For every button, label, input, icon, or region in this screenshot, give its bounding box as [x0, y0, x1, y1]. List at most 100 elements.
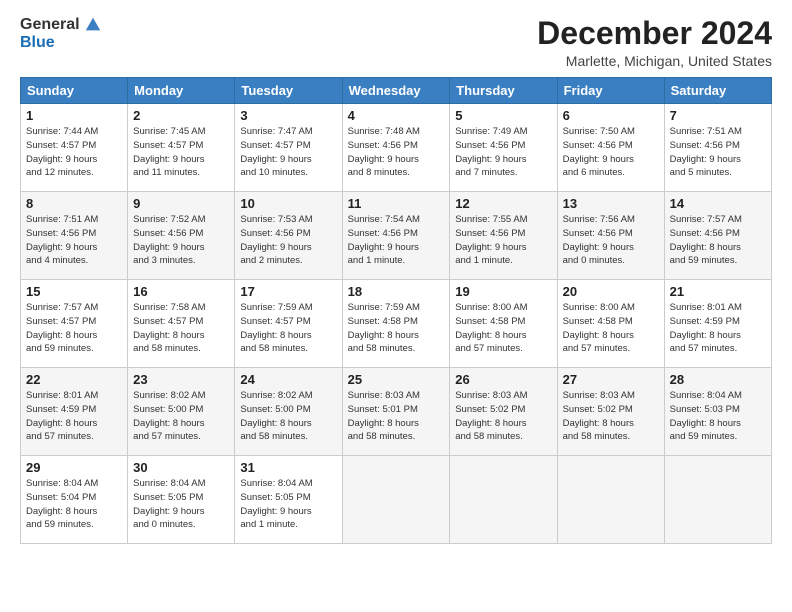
- day-info: Sunrise: 8:04 AM Sunset: 5:03 PM Dayligh…: [670, 389, 766, 444]
- day-info: Sunrise: 7:54 AM Sunset: 4:56 PM Dayligh…: [348, 213, 445, 268]
- calendar-week-row: 15Sunrise: 7:57 AM Sunset: 4:57 PM Dayli…: [21, 280, 772, 368]
- calendar-cell: 16Sunrise: 7:58 AM Sunset: 4:57 PM Dayli…: [128, 280, 235, 368]
- page: General Blue December 2024 Marlette, Mic…: [0, 0, 792, 612]
- day-number: 6: [563, 108, 659, 123]
- calendar-cell: 9 Sunrise: 7:52 AM Sunset: 4:56 PM Daylig…: [128, 192, 235, 280]
- calendar-header-wednesday: Wednesday: [342, 78, 450, 104]
- calendar-header-tuesday: Tuesday: [235, 78, 342, 104]
- day-info: Sunrise: 7:57 AM Sunset: 4:56 PM Dayligh…: [670, 213, 766, 268]
- calendar-week-row: 8 Sunrise: 7:51 AM Sunset: 4:56 PM Daylig…: [21, 192, 772, 280]
- day-info: Sunrise: 8:01 AM Sunset: 4:59 PM Dayligh…: [26, 389, 122, 444]
- day-info: Sunrise: 8:02 AM Sunset: 5:00 PM Dayligh…: [240, 389, 336, 444]
- day-info: Sunrise: 8:00 AM Sunset: 4:58 PM Dayligh…: [455, 301, 551, 356]
- calendar-cell: 28 Sunrise: 8:04 AM Sunset: 5:03 PM Dayli…: [664, 368, 771, 456]
- calendar-header-sunday: Sunday: [21, 78, 128, 104]
- day-number: 5: [455, 108, 551, 123]
- day-number: 28: [670, 372, 766, 387]
- day-info: Sunrise: 7:59 AM Sunset: 4:57 PM Dayligh…: [240, 301, 336, 356]
- day-number: 23: [133, 372, 229, 387]
- calendar-cell: 15Sunrise: 7:57 AM Sunset: 4:57 PM Dayli…: [21, 280, 128, 368]
- day-number: 4: [348, 108, 445, 123]
- calendar-cell: 31 Sunrise: 8:04 AM Sunset: 5:05 PM Dayli…: [235, 456, 342, 544]
- calendar-cell: 21 Sunrise: 8:01 AM Sunset: 4:59 PM Dayli…: [664, 280, 771, 368]
- day-number: 11: [348, 196, 445, 211]
- header: General Blue December 2024 Marlette, Mic…: [20, 16, 772, 69]
- calendar-cell: 24 Sunrise: 8:02 AM Sunset: 5:00 PM Dayli…: [235, 368, 342, 456]
- calendar-cell: 14 Sunrise: 7:57 AM Sunset: 4:56 PM Dayli…: [664, 192, 771, 280]
- day-number: 19: [455, 284, 551, 299]
- calendar-header-row: SundayMondayTuesdayWednesdayThursdayFrid…: [21, 78, 772, 104]
- calendar-cell: 8 Sunrise: 7:51 AM Sunset: 4:56 PM Daylig…: [21, 192, 128, 280]
- day-number: 13: [563, 196, 659, 211]
- day-info: Sunrise: 8:04 AM Sunset: 5:04 PM Dayligh…: [26, 477, 122, 532]
- calendar-cell: [557, 456, 664, 544]
- day-info: Sunrise: 7:47 AM Sunset: 4:57 PM Dayligh…: [240, 125, 336, 180]
- logo-icon: [84, 16, 102, 34]
- day-number: 9: [133, 196, 229, 211]
- calendar-table: SundayMondayTuesdayWednesdayThursdayFrid…: [20, 77, 772, 544]
- day-number: 26: [455, 372, 551, 387]
- day-number: 27: [563, 372, 659, 387]
- day-number: 22: [26, 372, 122, 387]
- day-number: 2: [133, 108, 229, 123]
- day-info: Sunrise: 7:57 AM Sunset: 4:57 PM Dayligh…: [26, 301, 122, 356]
- day-number: 7: [670, 108, 766, 123]
- calendar-cell: [450, 456, 557, 544]
- day-info: Sunrise: 7:51 AM Sunset: 4:56 PM Dayligh…: [26, 213, 122, 268]
- day-info: Sunrise: 7:50 AM Sunset: 4:56 PM Dayligh…: [563, 125, 659, 180]
- calendar-header-thursday: Thursday: [450, 78, 557, 104]
- calendar-cell: 29 Sunrise: 8:04 AM Sunset: 5:04 PM Dayli…: [21, 456, 128, 544]
- day-info: Sunrise: 7:53 AM Sunset: 4:56 PM Dayligh…: [240, 213, 336, 268]
- calendar-cell: [342, 456, 450, 544]
- day-number: 18: [348, 284, 445, 299]
- calendar-cell: 19 Sunrise: 8:00 AM Sunset: 4:58 PM Dayli…: [450, 280, 557, 368]
- day-info: Sunrise: 8:04 AM Sunset: 5:05 PM Dayligh…: [240, 477, 336, 532]
- calendar-cell: 30 Sunrise: 8:04 AM Sunset: 5:05 PM Dayli…: [128, 456, 235, 544]
- day-info: Sunrise: 7:56 AM Sunset: 4:56 PM Dayligh…: [563, 213, 659, 268]
- title-block: December 2024 Marlette, Michigan, United…: [537, 16, 772, 69]
- day-number: 14: [670, 196, 766, 211]
- day-number: 20: [563, 284, 659, 299]
- calendar-cell: 7 Sunrise: 7:51 AM Sunset: 4:56 PM Daylig…: [664, 104, 771, 192]
- calendar-cell: 22 Sunrise: 8:01 AM Sunset: 4:59 PM Dayli…: [21, 368, 128, 456]
- day-info: Sunrise: 7:49 AM Sunset: 4:56 PM Dayligh…: [455, 125, 551, 180]
- calendar-cell: 11 Sunrise: 7:54 AM Sunset: 4:56 PM Dayli…: [342, 192, 450, 280]
- calendar-header-friday: Friday: [557, 78, 664, 104]
- calendar-cell: 18 Sunrise: 7:59 AM Sunset: 4:58 PM Dayli…: [342, 280, 450, 368]
- logo: General Blue: [20, 16, 102, 52]
- day-info: Sunrise: 7:52 AM Sunset: 4:56 PM Dayligh…: [133, 213, 229, 268]
- calendar-cell: 13 Sunrise: 7:56 AM Sunset: 4:56 PM Dayli…: [557, 192, 664, 280]
- day-info: Sunrise: 7:44 AM Sunset: 4:57 PM Dayligh…: [26, 125, 122, 180]
- day-info: Sunrise: 8:02 AM Sunset: 5:00 PM Dayligh…: [133, 389, 229, 444]
- calendar-cell: 17Sunrise: 7:59 AM Sunset: 4:57 PM Dayli…: [235, 280, 342, 368]
- day-info: Sunrise: 8:04 AM Sunset: 5:05 PM Dayligh…: [133, 477, 229, 532]
- calendar-header-saturday: Saturday: [664, 78, 771, 104]
- calendar-cell: 10 Sunrise: 7:53 AM Sunset: 4:56 PM Dayli…: [235, 192, 342, 280]
- calendar-cell: 23 Sunrise: 8:02 AM Sunset: 5:00 PM Dayli…: [128, 368, 235, 456]
- calendar-week-row: 1Sunrise: 7:44 AM Sunset: 4:57 PM Daylig…: [21, 104, 772, 192]
- calendar-week-row: 29 Sunrise: 8:04 AM Sunset: 5:04 PM Dayli…: [21, 456, 772, 544]
- day-number: 10: [240, 196, 336, 211]
- calendar-cell: 12 Sunrise: 7:55 AM Sunset: 4:56 PM Dayli…: [450, 192, 557, 280]
- day-number: 29: [26, 460, 122, 475]
- day-number: 30: [133, 460, 229, 475]
- day-number: 8: [26, 196, 122, 211]
- day-number: 21: [670, 284, 766, 299]
- calendar-header-monday: Monday: [128, 78, 235, 104]
- day-info: Sunrise: 8:01 AM Sunset: 4:59 PM Dayligh…: [670, 301, 766, 356]
- day-number: 12: [455, 196, 551, 211]
- day-number: 31: [240, 460, 336, 475]
- calendar-cell: 27 Sunrise: 8:03 AM Sunset: 5:02 PM Dayli…: [557, 368, 664, 456]
- calendar-cell: 20Sunrise: 8:00 AM Sunset: 4:58 PM Dayli…: [557, 280, 664, 368]
- calendar-cell: 6 Sunrise: 7:50 AM Sunset: 4:56 PM Daylig…: [557, 104, 664, 192]
- calendar-cell: 2Sunrise: 7:45 AM Sunset: 4:57 PM Daylig…: [128, 104, 235, 192]
- day-info: Sunrise: 7:51 AM Sunset: 4:56 PM Dayligh…: [670, 125, 766, 180]
- month-title: December 2024: [537, 16, 772, 51]
- day-number: 24: [240, 372, 336, 387]
- day-info: Sunrise: 7:55 AM Sunset: 4:56 PM Dayligh…: [455, 213, 551, 268]
- day-number: 16: [133, 284, 229, 299]
- day-info: Sunrise: 8:03 AM Sunset: 5:02 PM Dayligh…: [563, 389, 659, 444]
- day-info: Sunrise: 7:59 AM Sunset: 4:58 PM Dayligh…: [348, 301, 445, 356]
- location: Marlette, Michigan, United States: [537, 53, 772, 69]
- logo-blue-text: Blue: [20, 34, 55, 52]
